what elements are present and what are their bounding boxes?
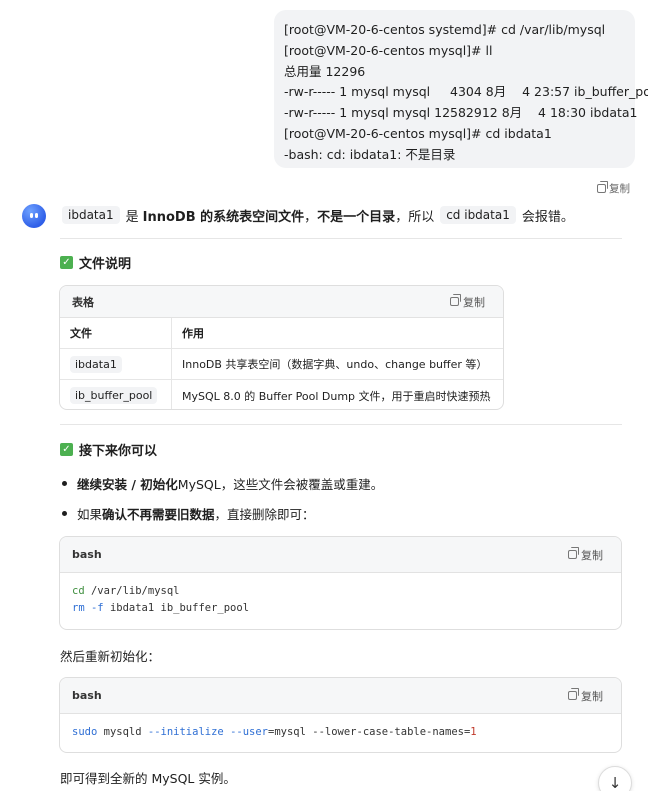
bullet-dot: [62, 511, 67, 516]
code-token: sudo: [72, 726, 98, 738]
user-message-line: 总用量 12296: [284, 63, 366, 79]
copy-label: 复制: [581, 689, 603, 703]
check-icon: ✓: [60, 256, 73, 269]
user-message-line: -rw-r----- 1 mysql mysql 12582912 8月 4 1…: [284, 105, 638, 121]
copy-label: 复制: [463, 295, 485, 309]
intro-bold: 不是一个目录: [317, 209, 396, 225]
table-row: ib_buffer_pool MySQL 8.0 的 Buffer Pool D…: [60, 380, 503, 409]
intro-text: 会报错。: [521, 209, 574, 225]
assistant-avatar: [22, 204, 46, 228]
paragraph: 即可得到全新的 MySQL 实例。: [60, 771, 236, 786]
code-token: /var/lib/mysql: [84, 585, 180, 597]
table-cell: ibdata1: [60, 349, 172, 379]
code-language: bash: [72, 689, 102, 702]
table-header-row: 文件 作用: [60, 318, 503, 349]
code-token: cd: [72, 585, 85, 597]
code-token: -f: [84, 602, 104, 614]
code-token: --user: [230, 726, 268, 738]
table-column-header: 作用: [182, 327, 204, 340]
code-header: bash 复制: [60, 678, 621, 714]
copy-code-button[interactable]: 复制: [568, 547, 603, 563]
divider: [60, 424, 622, 425]
copy-icon: [597, 181, 608, 193]
bullet-text: 如果: [77, 507, 103, 522]
copy-code-button[interactable]: 复制: [568, 688, 603, 704]
inline-code: cd ibdata1: [440, 206, 516, 224]
user-message-line: -rw-r----- 1 mysql mysql 4304 8月 4 23:57…: [284, 84, 648, 100]
code-content: cd /var/lib/mysql rm -f ibdata1 ib_buffe…: [60, 573, 621, 627]
bullet-bold: 继续安装 / 初始化: [77, 477, 178, 492]
copy-table-button[interactable]: 复制: [450, 294, 485, 310]
code-block: bash 复制 cd /var/lib/mysql rm -f ibdata1 …: [59, 536, 622, 630]
inline-code: ibdata1: [70, 355, 122, 373]
avatar-eye-icon: [35, 213, 38, 218]
code-content: sudo mysqld --initialize --user=mysql --…: [60, 714, 621, 751]
file-table: 表格 复制 文件 作用 ibdata1 InnoDB 共享表空间（数据字典、un…: [59, 285, 504, 410]
code-token: =mysql --lower-case-table-names=: [268, 726, 471, 738]
copy-label: 复制: [581, 548, 603, 562]
arrow-down-icon: ↓: [608, 774, 622, 791]
copy-label: 复制: [609, 183, 630, 195]
avatar-eye-icon: [30, 213, 33, 218]
user-message-line: -bash: cd: ibdata1: 不是目录: [284, 146, 456, 162]
check-icon: ✓: [60, 443, 73, 456]
list-item: 如果 确认不再需要旧数据 ，直接删除即可：: [62, 504, 315, 523]
table-cell: InnoDB 共享表空间（数据字典、undo、change buffer 等）: [182, 358, 488, 371]
table-row: ibdata1 InnoDB 共享表空间（数据字典、undo、change bu…: [60, 349, 503, 380]
intro-text: ，所以: [395, 209, 435, 225]
table-cell: ib_buffer_pool: [60, 380, 172, 409]
bullet-bold: 确认不再需要旧数据: [102, 507, 215, 522]
inline-code: ibdata1: [62, 206, 120, 224]
table-header-bar: 表格 复制: [60, 286, 503, 318]
intro-bold: InnoDB 的系统表空间文件: [142, 209, 305, 225]
copy-icon: [568, 688, 579, 700]
code-token: rm: [72, 602, 85, 614]
code-token: --initialize: [147, 726, 224, 738]
section-heading: ✓ 接下来你可以: [60, 440, 157, 459]
copy-icon: [450, 294, 461, 306]
intro-text: ，: [304, 209, 318, 225]
section-title: 接下来你可以: [79, 444, 158, 459]
code-block: bash 复制 sudo mysqld --initialize --user=…: [59, 677, 622, 753]
copy-icon: [568, 547, 579, 559]
copy-message-button[interactable]: 复制: [597, 181, 630, 196]
code-header: bash 复制: [60, 537, 621, 573]
section-heading: ✓ 文件说明: [60, 253, 131, 272]
bullet-text: ，直接删除即可：: [214, 507, 315, 522]
code-token: 1: [470, 726, 477, 738]
user-message-line: [root@VM-20-6-centos mysql]# ll: [284, 42, 493, 58]
bullet-text: MySQL，这些文件会被覆盖或重建。: [177, 477, 384, 492]
section-title: 文件说明: [79, 257, 132, 272]
scroll-down-button[interactable]: ↓: [598, 766, 632, 791]
intro-text: 是: [125, 209, 139, 225]
bullet-dot: [62, 481, 67, 486]
code-token: mysqld: [97, 726, 148, 738]
table-cell: MySQL 8.0 的 Buffer Pool Dump 文件，用于重启时快速预…: [182, 389, 491, 403]
user-message-bubble: [root@VM-20-6-centos systemd]# cd /var/l…: [274, 10, 648, 168]
answer-intro: ibdata1 是 InnoDB 的系统表空间文件 ， 不是一个目录 ，所以 c…: [60, 204, 574, 226]
list-item: 继续安装 / 初始化 MySQL，这些文件会被覆盖或重建。: [62, 474, 383, 493]
table-label: 表格: [72, 295, 94, 309]
user-message-line: [root@VM-20-6-centos mysql]# cd ibdata1: [284, 125, 552, 141]
divider: [60, 238, 622, 239]
user-message-line: [root@VM-20-6-centos systemd]# cd /var/l…: [284, 22, 606, 37]
table-column-header: 文件: [60, 318, 172, 348]
paragraph: 然后重新初始化：: [60, 649, 161, 664]
inline-code: ib_buffer_pool: [70, 387, 158, 404]
code-token: ibdata1 ib_buffer_pool: [103, 602, 250, 614]
code-language: bash: [72, 548, 102, 561]
